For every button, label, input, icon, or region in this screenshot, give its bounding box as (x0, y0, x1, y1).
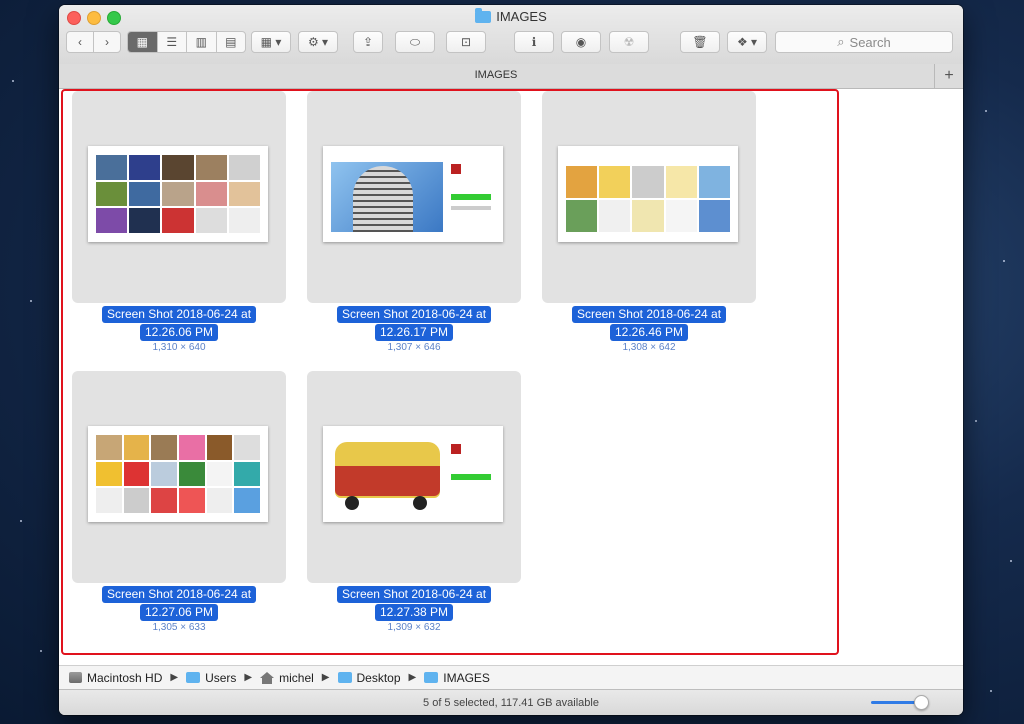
path-bar: Macintosh HD ▶ Users ▶ michel ▶ Desktop … (59, 665, 963, 689)
file-name-line1: Screen Shot 2018-06-24 at (101, 306, 257, 323)
dropbox-button[interactable]: ❖ ▾ (727, 31, 767, 53)
share-icon: ⇪ (362, 35, 374, 49)
file-item[interactable]: Screen Shot 2018-06-24 at 12.27.38 PM 1,… (307, 371, 521, 633)
search-field[interactable]: ⌕ Search (775, 31, 953, 53)
dropbox-icon: ❖ ▾ (736, 35, 758, 49)
file-dimensions: 1,308 × 642 (622, 342, 676, 353)
nav-buttons: ‹ › (66, 31, 121, 53)
chevron-right-icon: ▶ (321, 672, 330, 683)
path-item-michel[interactable]: michel (279, 671, 314, 685)
thumbnail-background (72, 91, 286, 303)
new-folder-button[interactable]: ⊡ (446, 31, 486, 53)
thumbnail-image (323, 146, 503, 242)
file-item[interactable]: Screen Shot 2018-06-24 at 12.26.46 PM 1,… (542, 91, 756, 353)
file-name-line1: Screen Shot 2018-06-24 at (571, 306, 727, 323)
tab-bar: IMAGES + (59, 64, 963, 89)
back-button[interactable]: ‹ (67, 32, 94, 52)
thumbnail-image (558, 146, 738, 242)
eye-icon: ◉ (575, 35, 587, 49)
view-mode-selector: ▦ ☰ ▥ ▤ (127, 31, 246, 53)
search-icon: ⌕ (837, 34, 845, 49)
file-name-line2: 12.26.17 PM (374, 324, 454, 341)
arrange-icon: ▦ ▾ (260, 35, 282, 49)
file-name-line1: Screen Shot 2018-06-24 at (101, 586, 257, 603)
path-item-desktop[interactable]: Desktop (357, 671, 401, 685)
folder-icon (337, 672, 352, 683)
path-item-macintosh-hd[interactable]: Macintosh HD (87, 671, 162, 685)
chevron-right-icon: ▶ (244, 672, 253, 683)
chevron-right-icon: ▶ (408, 672, 417, 683)
list-view-button[interactable]: ☰ (158, 32, 187, 52)
thumbnail-image (88, 426, 268, 522)
file-dimensions: 1,305 × 633 (152, 622, 206, 633)
file-dimensions: 1,307 × 646 (387, 342, 441, 353)
path-item-images[interactable]: IMAGES (443, 671, 490, 685)
columns-icon: ▥ (195, 35, 207, 49)
hard-drive-icon (69, 672, 82, 683)
trash-icon: 🗑 (692, 35, 708, 49)
window-title-text: IMAGES (496, 9, 547, 24)
file-name-line1: Screen Shot 2018-06-24 at (336, 586, 492, 603)
status-text: 5 of 5 selected, 117.41 GB available (423, 697, 599, 709)
file-item[interactable]: Screen Shot 2018-06-24 at 12.27.06 PM 1,… (72, 371, 286, 633)
burn-button[interactable]: ☢ (609, 31, 649, 53)
slider-knob[interactable] (914, 695, 929, 710)
file-name-line2: 12.27.06 PM (139, 604, 219, 621)
file-dimensions: 1,310 × 640 (152, 342, 206, 353)
get-info-button[interactable]: ℹ (514, 31, 554, 53)
window-title: IMAGES (59, 7, 963, 24)
arrange-button[interactable]: ▦ ▾ (251, 31, 291, 53)
trash-button[interactable]: 🗑 (680, 31, 720, 53)
folder-icon (475, 7, 492, 23)
quick-look-button[interactable]: ◉ (561, 31, 601, 53)
radiation-icon: ☢ (623, 35, 635, 49)
tab-images[interactable]: IMAGES (59, 69, 933, 81)
new-folder-icon: ⊡ (460, 35, 472, 49)
file-item[interactable]: Screen Shot 2018-06-24 at 12.26.17 PM 1,… (307, 91, 521, 353)
icon-view-button[interactable]: ▦ (128, 32, 158, 52)
file-dimensions: 1,309 × 632 (387, 622, 441, 633)
forward-button[interactable]: › (94, 32, 120, 52)
chevron-right-icon: › (105, 35, 109, 49)
action-button[interactable]: ⚙ ▾ (298, 31, 338, 53)
folder-icon (186, 672, 201, 683)
file-name-line2: 12.26.06 PM (139, 324, 219, 341)
gallery-view-button[interactable]: ▤ (217, 32, 246, 52)
home-icon (260, 671, 275, 684)
thumbnail-background (307, 91, 521, 303)
gear-icon: ⚙ ▾ (307, 35, 329, 49)
file-name-line2: 12.27.38 PM (374, 604, 454, 621)
gallery-icon: ▤ (225, 35, 237, 49)
status-bar: 5 of 5 selected, 117.41 GB available (59, 689, 963, 715)
new-tab-button[interactable]: + (934, 64, 963, 88)
plus-icon: + (944, 67, 954, 84)
path-item-users[interactable]: Users (205, 671, 236, 685)
thumbnail-background (72, 371, 286, 583)
grid-icon: ▦ (136, 35, 148, 49)
tags-button[interactable]: ⬭ (395, 31, 435, 53)
finder-window: IMAGES ‹ › ▦ ☰ ▥ ▤ ▦ ▾ ⚙ ▾ ⇪ ⬭ ⊡ ℹ ◉ ☢ 🗑… (59, 5, 963, 715)
icon-view-area[interactable]: Screen Shot 2018-06-24 at 12.26.06 PM 1,… (59, 89, 963, 657)
folder-icon (424, 672, 439, 683)
list-icon: ☰ (166, 35, 178, 49)
search-placeholder: Search (849, 34, 891, 50)
thumbnail-background (542, 91, 756, 303)
thumbnail-image (88, 146, 268, 242)
info-icon: ℹ (531, 35, 537, 49)
file-name-line2: 12.26.46 PM (609, 324, 689, 341)
thumbnail-background (307, 371, 521, 583)
tag-icon: ⬭ (409, 34, 421, 49)
chevron-left-icon: ‹ (78, 35, 82, 49)
column-view-button[interactable]: ▥ (187, 32, 217, 52)
share-button[interactable]: ⇪ (353, 31, 383, 53)
chevron-right-icon: ▶ (170, 672, 179, 683)
file-item[interactable]: Screen Shot 2018-06-24 at 12.26.06 PM 1,… (72, 91, 286, 353)
title-bar: IMAGES ‹ › ▦ ☰ ▥ ▤ ▦ ▾ ⚙ ▾ ⇪ ⬭ ⊡ ℹ ◉ ☢ 🗑… (59, 5, 963, 65)
file-name-line1: Screen Shot 2018-06-24 at (336, 306, 492, 323)
thumbnail-image (323, 426, 503, 522)
